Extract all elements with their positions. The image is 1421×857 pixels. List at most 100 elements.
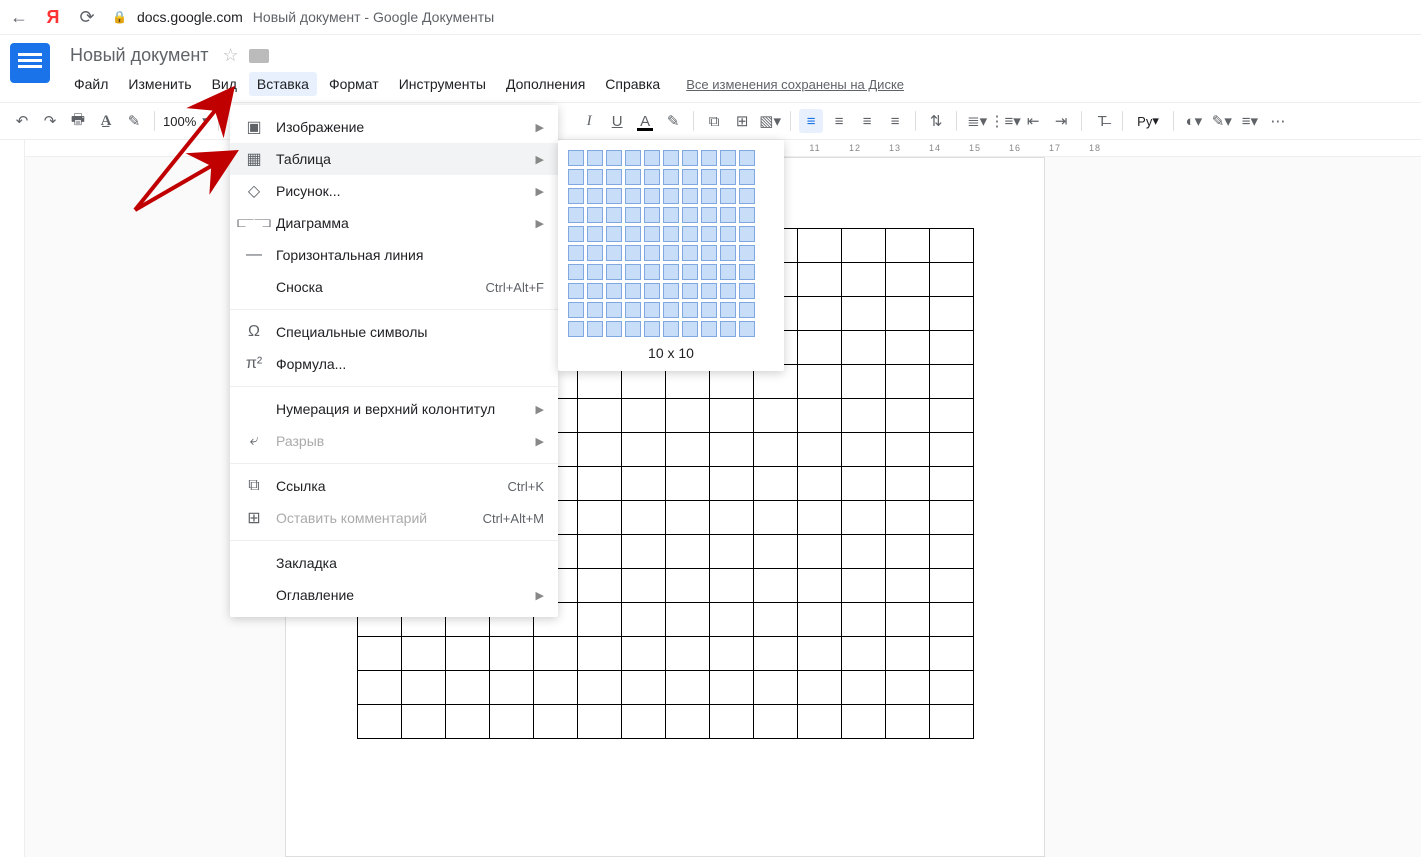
table-cell[interactable] — [797, 331, 841, 365]
bulleted-list-icon[interactable]: ⋮≡▾ — [993, 109, 1017, 133]
insert-menu-item[interactable]: ⧉СсылкаCtrl+K — [230, 470, 558, 502]
table-cell[interactable] — [841, 229, 885, 263]
align-justify-icon[interactable]: ≡ — [883, 109, 907, 133]
table-picker-cell[interactable] — [701, 207, 717, 223]
table-picker-cell[interactable] — [644, 245, 660, 261]
table-cell[interactable] — [577, 433, 621, 467]
table-picker-cell[interactable] — [682, 207, 698, 223]
table-cell[interactable] — [753, 569, 797, 603]
yandex-icon[interactable]: Я — [44, 8, 62, 26]
table-cell[interactable] — [665, 671, 709, 705]
table-picker-cell[interactable] — [701, 302, 717, 318]
table-picker-cell[interactable] — [568, 188, 584, 204]
table-cell[interactable] — [401, 637, 445, 671]
table-cell[interactable] — [577, 501, 621, 535]
align-center-icon[interactable]: ≡ — [827, 109, 851, 133]
table-cell[interactable] — [489, 637, 533, 671]
table-picker-cell[interactable] — [625, 245, 641, 261]
table-picker-cell[interactable] — [568, 150, 584, 166]
table-picker-cell[interactable] — [701, 245, 717, 261]
table-cell[interactable] — [841, 467, 885, 501]
table-cell[interactable] — [841, 603, 885, 637]
table-cell[interactable] — [885, 433, 929, 467]
table-cell[interactable] — [841, 501, 885, 535]
table-picker-cell[interactable] — [644, 302, 660, 318]
table-cell[interactable] — [797, 705, 841, 739]
table-cell[interactable] — [621, 399, 665, 433]
table-cell[interactable] — [621, 705, 665, 739]
table-cell[interactable] — [753, 399, 797, 433]
table-picker-cell[interactable] — [720, 245, 736, 261]
table-picker-cell[interactable] — [587, 150, 603, 166]
table-picker-cell[interactable] — [663, 226, 679, 242]
highlight-icon[interactable]: ✎ — [661, 109, 685, 133]
table-picker-cell[interactable] — [625, 207, 641, 223]
table-picker-cell[interactable] — [739, 188, 755, 204]
align-left-icon[interactable]: ≡ — [799, 109, 823, 133]
table-cell[interactable] — [841, 331, 885, 365]
table-cell[interactable] — [797, 501, 841, 535]
insert-menu-item[interactable]: ▦Таблица▶ — [230, 143, 558, 175]
insert-menu-item[interactable]: ▣Изображение▶ — [230, 111, 558, 143]
insert-menu-item[interactable]: Нумерация и верхний колонтитул▶ — [230, 393, 558, 425]
table-picker-cell[interactable] — [701, 226, 717, 242]
table-cell[interactable] — [621, 433, 665, 467]
table-picker-cell[interactable] — [701, 264, 717, 280]
table-picker-cell[interactable] — [587, 245, 603, 261]
decrease-indent-icon[interactable]: ⇤ — [1021, 109, 1045, 133]
table-picker-cell[interactable] — [568, 245, 584, 261]
table-picker-cell[interactable] — [682, 245, 698, 261]
table-cell[interactable] — [841, 637, 885, 671]
menu-format[interactable]: Формат — [321, 72, 387, 96]
table-picker-cell[interactable] — [720, 321, 736, 337]
table-cell[interactable] — [797, 569, 841, 603]
table-cell[interactable] — [885, 569, 929, 603]
table-cell[interactable] — [665, 433, 709, 467]
table-cell[interactable] — [445, 671, 489, 705]
table-picker-cell[interactable] — [739, 226, 755, 242]
table-cell[interactable] — [753, 603, 797, 637]
paint-format-icon[interactable]: ✎ — [122, 109, 146, 133]
table-cell[interactable] — [841, 297, 885, 331]
underline-icon[interactable]: U — [605, 109, 629, 133]
table-picker-cell[interactable] — [682, 226, 698, 242]
table-cell[interactable] — [401, 705, 445, 739]
table-cell[interactable] — [885, 705, 929, 739]
table-cell[interactable] — [797, 467, 841, 501]
table-picker-cell[interactable] — [701, 150, 717, 166]
table-picker-cell[interactable] — [606, 283, 622, 299]
table-picker-cell[interactable] — [606, 302, 622, 318]
table-picker-cell[interactable] — [625, 226, 641, 242]
table-cell[interactable] — [929, 331, 973, 365]
table-cell[interactable] — [885, 603, 929, 637]
table-cell[interactable] — [577, 603, 621, 637]
table-picker-cell[interactable] — [720, 188, 736, 204]
table-cell[interactable] — [621, 535, 665, 569]
menu-help[interactable]: Справка — [597, 72, 668, 96]
menu-view[interactable]: Вид — [204, 72, 245, 96]
table-cell[interactable] — [753, 705, 797, 739]
insert-menu-item[interactable]: ΩСпециальные символы — [230, 316, 558, 348]
menu-insert[interactable]: Вставка — [249, 72, 317, 96]
table-picker-cell[interactable] — [720, 207, 736, 223]
table-picker-cell[interactable] — [587, 169, 603, 185]
insert-menu-item[interactable]: Оглавление▶ — [230, 579, 558, 611]
table-cell[interactable] — [709, 705, 753, 739]
table-picker-cell[interactable] — [682, 302, 698, 318]
table-cell[interactable] — [709, 671, 753, 705]
table-picker-cell[interactable] — [587, 226, 603, 242]
align-right-icon[interactable]: ≡ — [855, 109, 879, 133]
table-cell[interactable] — [709, 569, 753, 603]
table-cell[interactable] — [621, 569, 665, 603]
table-picker-cell[interactable] — [739, 283, 755, 299]
table-cell[interactable] — [885, 365, 929, 399]
table-picker-cell[interactable] — [644, 150, 660, 166]
text-color-icon[interactable]: A — [633, 109, 657, 133]
table-picker-cell[interactable] — [644, 226, 660, 242]
table-picker-cell[interactable] — [568, 321, 584, 337]
table-picker-cell[interactable] — [568, 226, 584, 242]
table-cell[interactable] — [885, 535, 929, 569]
table-picker-cell[interactable] — [587, 283, 603, 299]
table-cell[interactable] — [357, 705, 401, 739]
document-title[interactable]: Новый документ — [66, 43, 213, 68]
